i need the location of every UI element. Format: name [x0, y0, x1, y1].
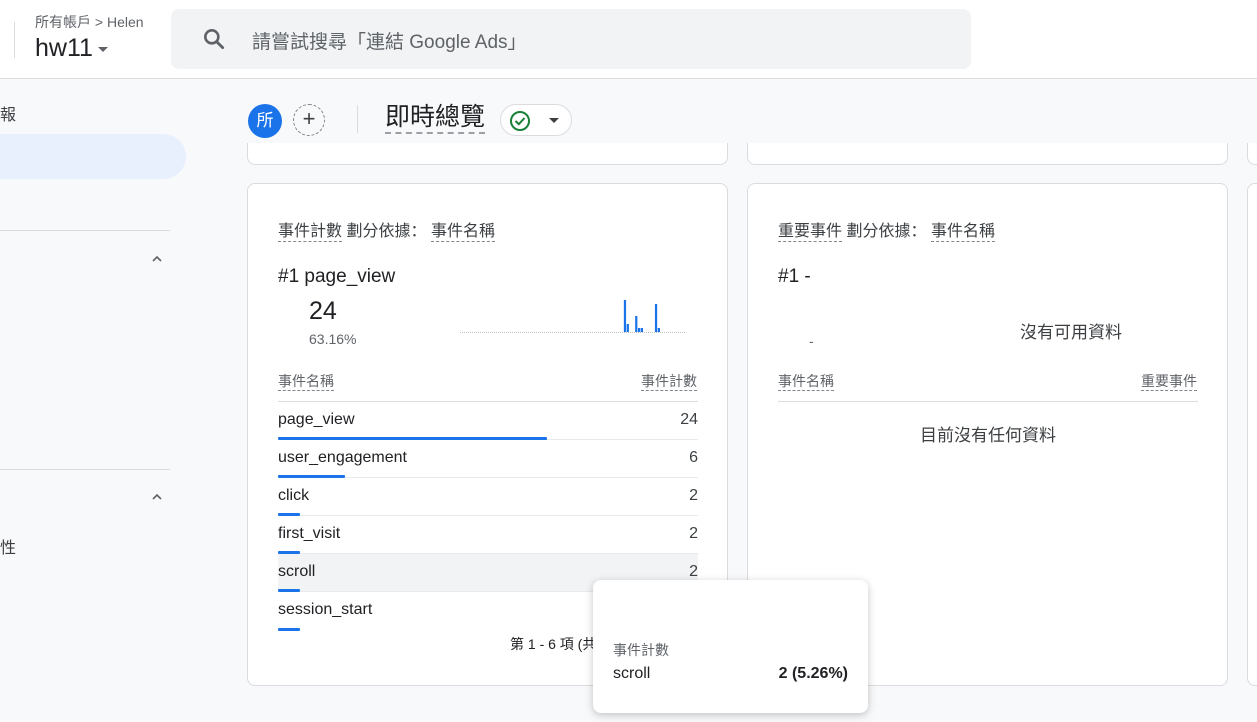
dimension-label[interactable]: 事件名稱: [930, 223, 995, 242]
status-dropdown[interactable]: [500, 104, 572, 136]
sidebar-divider: [0, 230, 170, 231]
comparison-avatar[interactable]: 所: [248, 104, 282, 138]
sparkline-bar: [635, 316, 638, 332]
pagination-label: 第 1 - 6 項 (共: [510, 636, 597, 652]
divider: [14, 22, 15, 58]
tooltip-metric: 事件計數: [613, 642, 669, 658]
top-value: 24: [309, 297, 337, 325]
card-title: 重要事件 劃分依據： 事件名稱: [778, 217, 995, 242]
sparkline-bar: [654, 304, 658, 332]
search-icon: [204, 29, 225, 50]
sparkline-chart[interactable]: [460, 300, 686, 334]
table-row[interactable]: click 2: [278, 478, 698, 516]
divider: [357, 105, 358, 133]
column-header-name[interactable]: 事件名稱: [778, 371, 834, 391]
sidebar-item-reports[interactable]: 報: [0, 101, 16, 125]
by-label: 劃分依據：: [846, 223, 927, 240]
header-divider: [778, 401, 1198, 402]
table-row[interactable]: first_visit 2: [278, 516, 698, 554]
sparkline-bar: [623, 300, 627, 332]
column-header-name[interactable]: 事件名稱: [278, 371, 334, 391]
row-value: 24: [680, 411, 698, 428]
empty-table-message: 目前沒有任何資料: [920, 426, 1056, 445]
chevron-up-icon[interactable]: [152, 254, 162, 264]
check-circle-icon: [510, 111, 530, 131]
by-label: 劃分依據：: [346, 223, 427, 240]
row-value: 6: [689, 449, 698, 466]
sparkline-bar: [637, 328, 641, 332]
caret-down-icon: [97, 46, 108, 52]
metric-label[interactable]: 事件計數: [278, 223, 343, 242]
row-name: session_start: [278, 601, 373, 618]
top-name: page_view: [304, 266, 396, 287]
no-data-message: 沒有可用資料: [1020, 323, 1122, 342]
column-header-value[interactable]: 重要事件: [1141, 371, 1197, 391]
row-name: page_view: [278, 411, 355, 428]
breadcrumb[interactable]: 所有帳戶 > Helen: [35, 12, 144, 32]
top-percent: 63.16%: [309, 331, 357, 347]
share-bar: [278, 628, 301, 631]
top-value: -: [809, 333, 814, 349]
dimension-label[interactable]: 事件名稱: [430, 223, 495, 242]
row-name: user_engagement: [278, 449, 407, 466]
row-name: first_visit: [278, 525, 341, 542]
row-value: 2: [689, 487, 698, 504]
card-stub: [747, 143, 1228, 165]
top-rank: #1: [278, 266, 300, 287]
tooltip-value: 2 (5.26%): [778, 665, 848, 682]
chart-tooltip: 事件計數 scroll 2 (5.26%): [593, 580, 868, 713]
top-item: #1 page_view: [278, 266, 395, 288]
search-box[interactable]: 請嘗試搜尋「連結 Google Ads」: [171, 9, 971, 69]
card-edge: [1247, 183, 1257, 686]
top-item: #1 -: [778, 266, 811, 288]
metric-label[interactable]: 重要事件: [778, 223, 843, 242]
sidebar: 報 性: [0, 79, 215, 722]
page-title[interactable]: 即時總覽: [385, 102, 486, 134]
caret-down-icon: [549, 118, 559, 123]
card-title: 事件計數 劃分依據： 事件名稱: [278, 217, 495, 242]
table-row[interactable]: user_engagement 6: [278, 440, 698, 478]
sparkline-bar: [657, 328, 660, 332]
sidebar-divider: [0, 469, 170, 470]
top-name: -: [804, 266, 811, 287]
search-placeholder: 請嘗試搜尋「連結 Google Ads」: [252, 32, 527, 53]
sidebar-item-active[interactable]: [0, 134, 186, 179]
sidebar-item-attributes[interactable]: 性: [0, 534, 16, 558]
row-value: 2: [689, 563, 698, 580]
card-stub: [247, 143, 728, 165]
row-name: scroll: [278, 563, 316, 580]
table-row[interactable]: page_view 24: [278, 402, 698, 440]
account-name: hw11: [35, 34, 93, 62]
row-value: 2: [689, 525, 698, 542]
add-comparison-button[interactable]: +: [293, 104, 325, 136]
chevron-up-icon[interactable]: [152, 492, 162, 502]
top-bar: 所有帳戶 > Helen hw11 請嘗試搜尋「連結 Google Ads」: [0, 0, 1257, 79]
card-stub: [1247, 143, 1257, 165]
sparkline-bar: [626, 324, 629, 332]
account-switcher[interactable]: hw11: [35, 34, 108, 63]
sparkline-bar: [640, 328, 644, 332]
tooltip-name: scroll: [613, 665, 651, 682]
column-header-value[interactable]: 事件計數: [641, 371, 697, 391]
top-rank: #1: [778, 266, 800, 287]
row-name: click: [278, 487, 310, 504]
